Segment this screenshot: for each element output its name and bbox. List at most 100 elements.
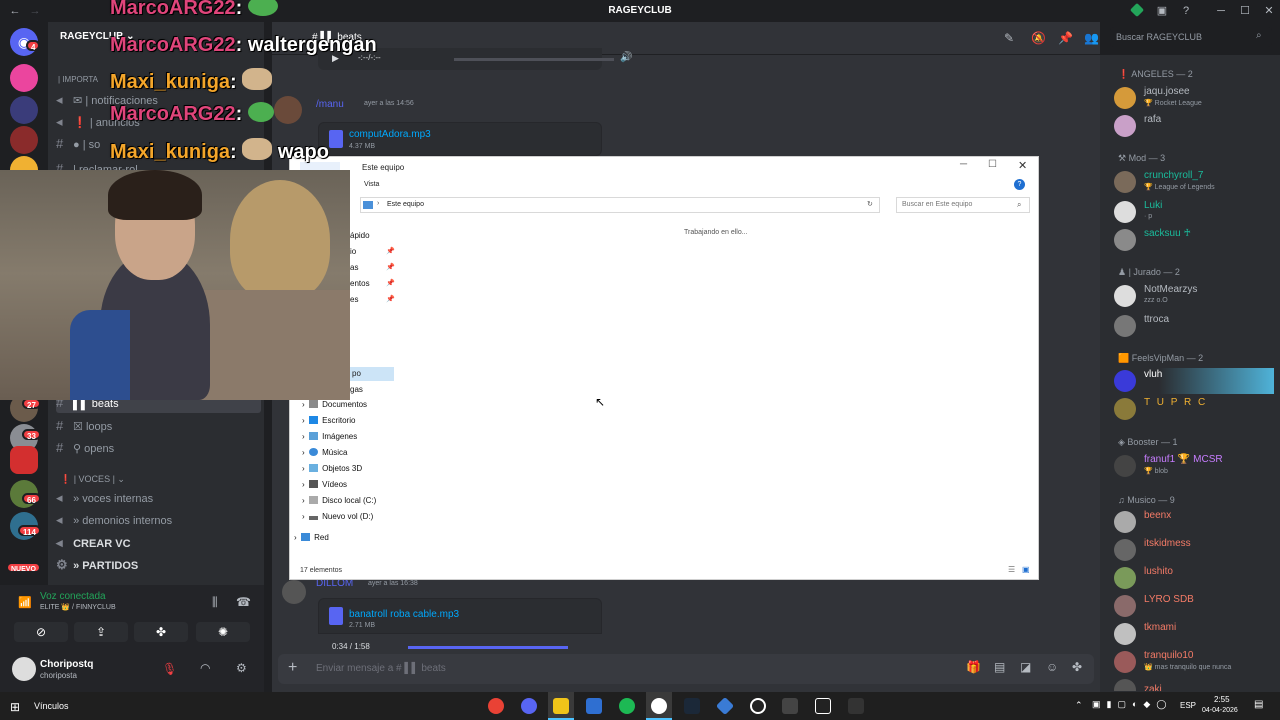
nav-disco-c[interactable]: › Disco local (C:) (302, 496, 376, 510)
soundboard-button[interactable]: ✺ (196, 622, 250, 642)
voice-server[interactable]: ELITE 👑 / FINNYCLUB (40, 603, 116, 611)
help-icon[interactable]: ? (1014, 179, 1025, 190)
volume-icon[interactable]: 🔊 (620, 52, 632, 63)
notification-icon[interactable]: 🔕 (1031, 31, 1046, 45)
avatar[interactable] (274, 96, 302, 124)
member-item[interactable]: vluh (1110, 368, 1270, 394)
member-item[interactable]: LYRO SDB (1110, 593, 1270, 619)
voice-channel-partidos[interactable]: ⚙ » PARTIDOS (56, 555, 138, 575)
video-off-button[interactable]: ⊘ (14, 622, 68, 642)
member-item[interactable]: jaqu.josee 🏆 Rocket League (1110, 85, 1270, 111)
tray-icons[interactable]: ▣▮▢◐◆◯ (1092, 699, 1172, 710)
member-item[interactable]: ttroca (1110, 313, 1270, 339)
voice-status[interactable]: Voz conectada (40, 591, 106, 602)
server-icon[interactable] (10, 64, 38, 92)
nav-documentos[interactable]: › Documentos (302, 400, 367, 414)
help-icon[interactable]: ? (1179, 4, 1193, 18)
username[interactable]: Choripostq (40, 659, 93, 670)
server-icon[interactable] (10, 96, 38, 124)
nav-videos[interactable]: › Vídeos (302, 480, 347, 494)
activities-button[interactable]: ✤ (134, 622, 188, 642)
nav-escritorio[interactable]: › Escritorio (302, 416, 355, 430)
audio-progress[interactable] (408, 646, 568, 649)
message-author[interactable]: /manu (316, 99, 344, 110)
channel-loops[interactable]: # ☒ loops (56, 416, 112, 436)
nav-pinned-item[interactable]: as (350, 263, 358, 277)
member-item[interactable]: itskidmess (1110, 537, 1270, 563)
add-attachment-icon[interactable]: + (288, 659, 297, 677)
channel-soporte[interactable]: # ● | so (56, 134, 100, 154)
screen-share-button[interactable]: ⇪ (74, 622, 128, 642)
member-item[interactable]: lushito (1110, 565, 1270, 591)
search-input[interactable]: Buscar RAGEYCLUB ⌕ (1110, 27, 1272, 47)
nav-item[interactable]: gas (350, 385, 363, 399)
member-item[interactable]: tranquilo10 👑 mas tranquilo que nunca (1110, 649, 1270, 675)
app-icon[interactable] (782, 698, 798, 714)
store-icon[interactable] (586, 698, 602, 714)
minimize-icon[interactable]: ─ (1214, 4, 1228, 18)
apps-icon[interactable]: ✤ (1072, 660, 1082, 674)
close-icon[interactable]: ✕ (1018, 159, 1027, 172)
menu-vista[interactable]: Vista (364, 181, 379, 188)
maximize-icon[interactable]: ☐ (1238, 4, 1252, 18)
noise-icon[interactable]: ⫼ (212, 595, 218, 610)
voice-channel-demonios[interactable]: ◂ » demonios internos (56, 510, 172, 530)
member-item[interactable]: franuf1 🏆 MCSR 🏆 blob (1110, 453, 1270, 479)
threads-icon[interactable]: ✎ (1004, 31, 1014, 45)
audio-progress[interactable] (454, 58, 614, 61)
nav-imagenes[interactable]: › Imágenes (302, 432, 357, 446)
member-item[interactable]: zaki (1110, 677, 1270, 691)
nav-quick-access[interactable]: ápido (350, 231, 370, 245)
windows-start-icon[interactable]: ⊞ (10, 700, 20, 714)
clock-time[interactable]: 2:55 (1214, 695, 1230, 704)
maximize-icon[interactable]: ☐ (988, 159, 997, 170)
member-item[interactable]: rafa (1110, 113, 1270, 139)
member-item[interactable]: beenx (1110, 509, 1270, 535)
explorer-icon[interactable] (553, 698, 569, 714)
tiles-view-icon[interactable]: ▣ (1022, 565, 1030, 574)
nav-pinned-item[interactable]: entos (350, 279, 370, 293)
category-voces[interactable]: ❗ | VOCES | ⌄ (60, 469, 125, 489)
inbox-icon[interactable]: ▣ (1155, 4, 1169, 18)
address-bar[interactable]: › Este equipo ↻ (360, 197, 880, 213)
gif-icon[interactable]: ▤ (994, 660, 1005, 674)
app-icon[interactable] (750, 698, 766, 714)
channel-opens[interactable]: # ⚲ opens (56, 438, 114, 458)
app-icon[interactable] (715, 696, 735, 716)
nav-pinned-item[interactable]: es (350, 295, 358, 309)
file-name[interactable]: computAdora.mp3 (349, 129, 431, 140)
mic-muted-icon[interactable]: 🎙 (162, 662, 177, 676)
nav-disco-d[interactable]: › Nuevo vol (D:) (302, 512, 373, 526)
member-item[interactable]: sacksuu ♰ (1110, 227, 1270, 253)
close-icon[interactable]: ✕ (1262, 4, 1276, 18)
nav-selected[interactable]: po (350, 367, 394, 381)
app-icon[interactable] (815, 698, 831, 714)
refresh-icon[interactable]: ↻ (867, 200, 873, 208)
members-icon[interactable]: 👥 (1084, 31, 1099, 45)
minimize-icon[interactable]: ─ (960, 159, 967, 170)
steam-icon[interactable] (684, 698, 700, 714)
emoji-icon[interactable]: ☺ (1046, 660, 1058, 674)
headset-icon[interactable]: ◠ (200, 661, 210, 675)
spotify-icon[interactable] (619, 698, 635, 714)
tray-chevron-icon[interactable]: ⌃ (1075, 700, 1083, 711)
obs-icon[interactable] (651, 698, 667, 714)
file-attachment[interactable]: computAdora.mp3 4.37 MB (318, 122, 602, 156)
details-view-icon[interactable]: ☰ (1008, 565, 1015, 574)
file-name[interactable]: banatroll roba cable.mp3 (349, 609, 459, 620)
app-icon[interactable] (848, 698, 864, 714)
settings-icon[interactable]: ⚙ (236, 661, 247, 675)
disconnect-icon[interactable]: ☎ (236, 595, 251, 609)
taskbar-links[interactable]: Vínculos (34, 701, 69, 711)
chrome-icon[interactable] (488, 698, 504, 714)
nav-red[interactable]: › Red (294, 533, 329, 547)
file-attachment[interactable]: banatroll roba cable.mp3 2.71 MB (318, 598, 602, 634)
member-item[interactable]: T U P R C (1110, 396, 1270, 422)
voice-channel-voces-internas[interactable]: ◂ » voces internas (56, 488, 153, 508)
server-icon[interactable] (10, 126, 38, 154)
pin-icon[interactable]: 📌 (1058, 31, 1073, 45)
sticker-icon[interactable]: ◪ (1020, 660, 1031, 674)
member-item[interactable]: crunchyroll_7 🏆 League of Legends (1110, 169, 1270, 195)
gift-icon[interactable]: 🎁 (966, 660, 981, 674)
server-icon[interactable] (10, 446, 38, 474)
